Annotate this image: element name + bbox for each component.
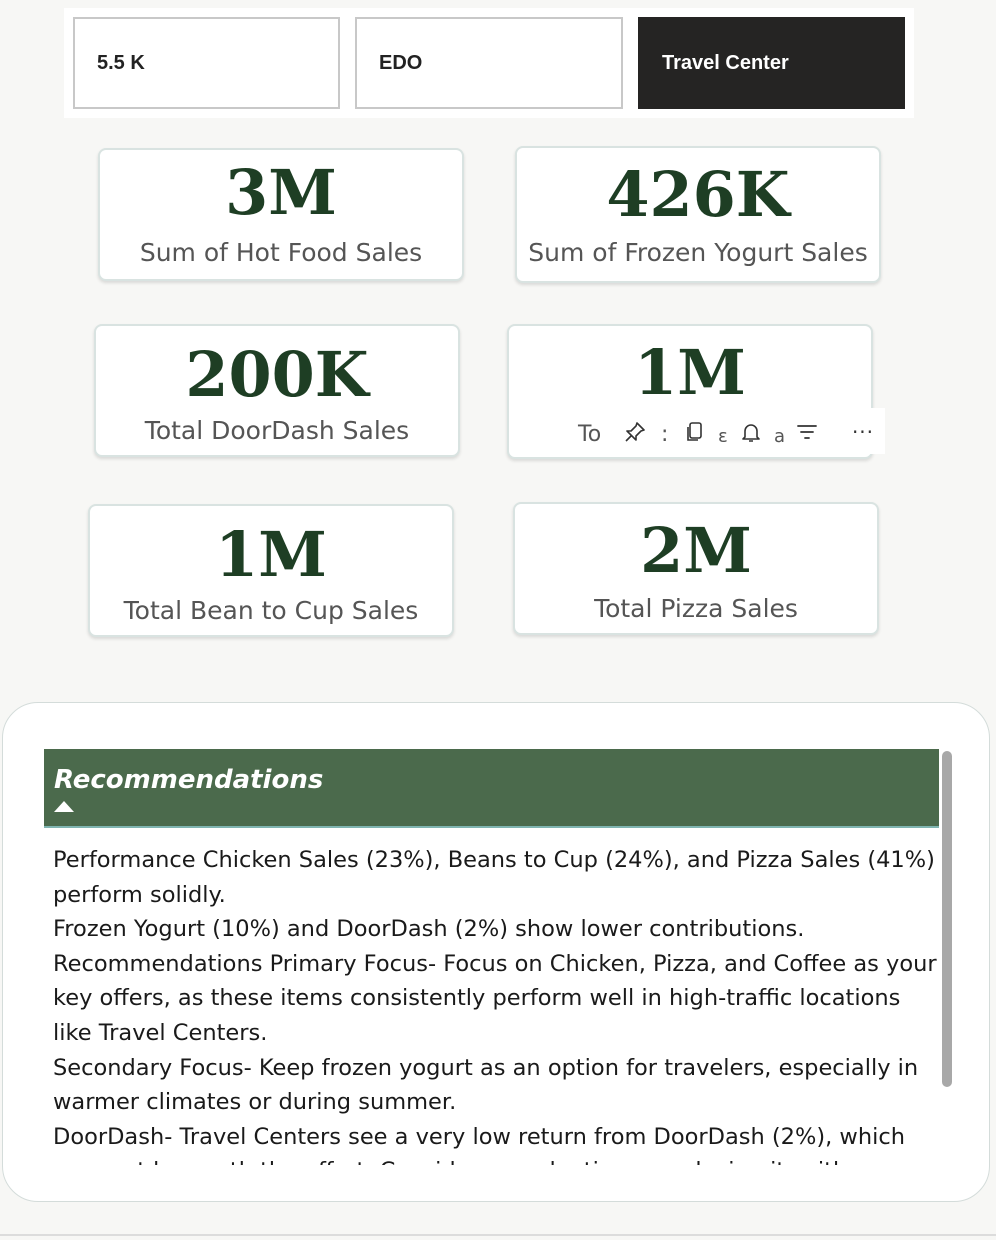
scrollbar[interactable] [941, 749, 953, 1089]
slicer-option-5-5k[interactable]: 5.5 K [73, 17, 340, 109]
kpi-label: Sum of Frozen Yogurt Sales [528, 238, 868, 267]
kpi-value: 2M [640, 514, 752, 587]
visual-header-toolbar: To : ε a ··· [578, 408, 885, 454]
kpi-card-doordash[interactable]: 200K Total DoorDash Sales [94, 324, 460, 457]
recommendation-line: Secondary Focus- Keep frozen yogurt as a… [53, 1054, 919, 1116]
kpi-card-bean-to-cup[interactable]: 1M Total Bean to Cup Sales [88, 504, 454, 637]
collapse-triangle-icon[interactable] [54, 801, 74, 812]
slicer-option-travel-center[interactable]: Travel Center [638, 17, 905, 109]
kpi-label: Total Bean to Cup Sales [123, 596, 419, 625]
kpi-label-fragment: a [774, 426, 786, 447]
recommendation-line: DoorDash- Travel Centers see a very low … [53, 1123, 905, 1165]
scrollbar-thumb[interactable] [942, 751, 952, 1087]
kpi-label-fragment: : [661, 422, 669, 447]
kpi-value: 426K [606, 158, 790, 231]
kpi-card-hot-food[interactable]: 3M Sum of Hot Food Sales [98, 148, 464, 281]
bell-icon[interactable] [737, 418, 765, 446]
kpi-value: 200K [185, 338, 369, 411]
recommendation-line: Recommendations Primary Focus- Focus on … [53, 950, 937, 1046]
kpi-value: 1M [215, 518, 327, 591]
kpi-label-fragment: To [578, 422, 602, 447]
copy-icon[interactable] [681, 418, 709, 446]
divider [0, 1234, 996, 1236]
kpi-value: 1M [634, 336, 746, 409]
kpi-label-fragment: ε [718, 426, 728, 447]
kpi-card-pizza[interactable]: 2M Total Pizza Sales [513, 502, 879, 635]
kpi-card-frozen-yogurt[interactable]: 426K Sum of Frozen Yogurt Sales [515, 146, 881, 283]
recommendations-title: Recommendations [54, 765, 324, 795]
pin-icon[interactable] [621, 418, 649, 446]
kpi-value: 3M [225, 156, 337, 229]
filter-icon[interactable] [793, 418, 821, 446]
kpi-label: Total Pizza Sales [594, 594, 798, 623]
recommendations-panel: Recommendations Performance Chicken Sale… [2, 702, 990, 1202]
recommendations-text: Performance Chicken Sales (23%), Beans t… [53, 843, 938, 1165]
more-options-icon[interactable]: ··· [849, 418, 877, 446]
recommendations-header: Recommendations [44, 749, 939, 828]
recommendation-line: Frozen Yogurt (10%) and DoorDash (2%) sh… [53, 916, 805, 943]
slicer-bar: 5.5 K EDO Travel Center [64, 8, 914, 118]
slicer-option-edo[interactable]: EDO [355, 17, 623, 109]
kpi-label: Total DoorDash Sales [144, 416, 410, 445]
kpi-label: Sum of Hot Food Sales [139, 238, 423, 267]
recommendation-line: Performance Chicken Sales (23%), Beans t… [53, 847, 935, 908]
